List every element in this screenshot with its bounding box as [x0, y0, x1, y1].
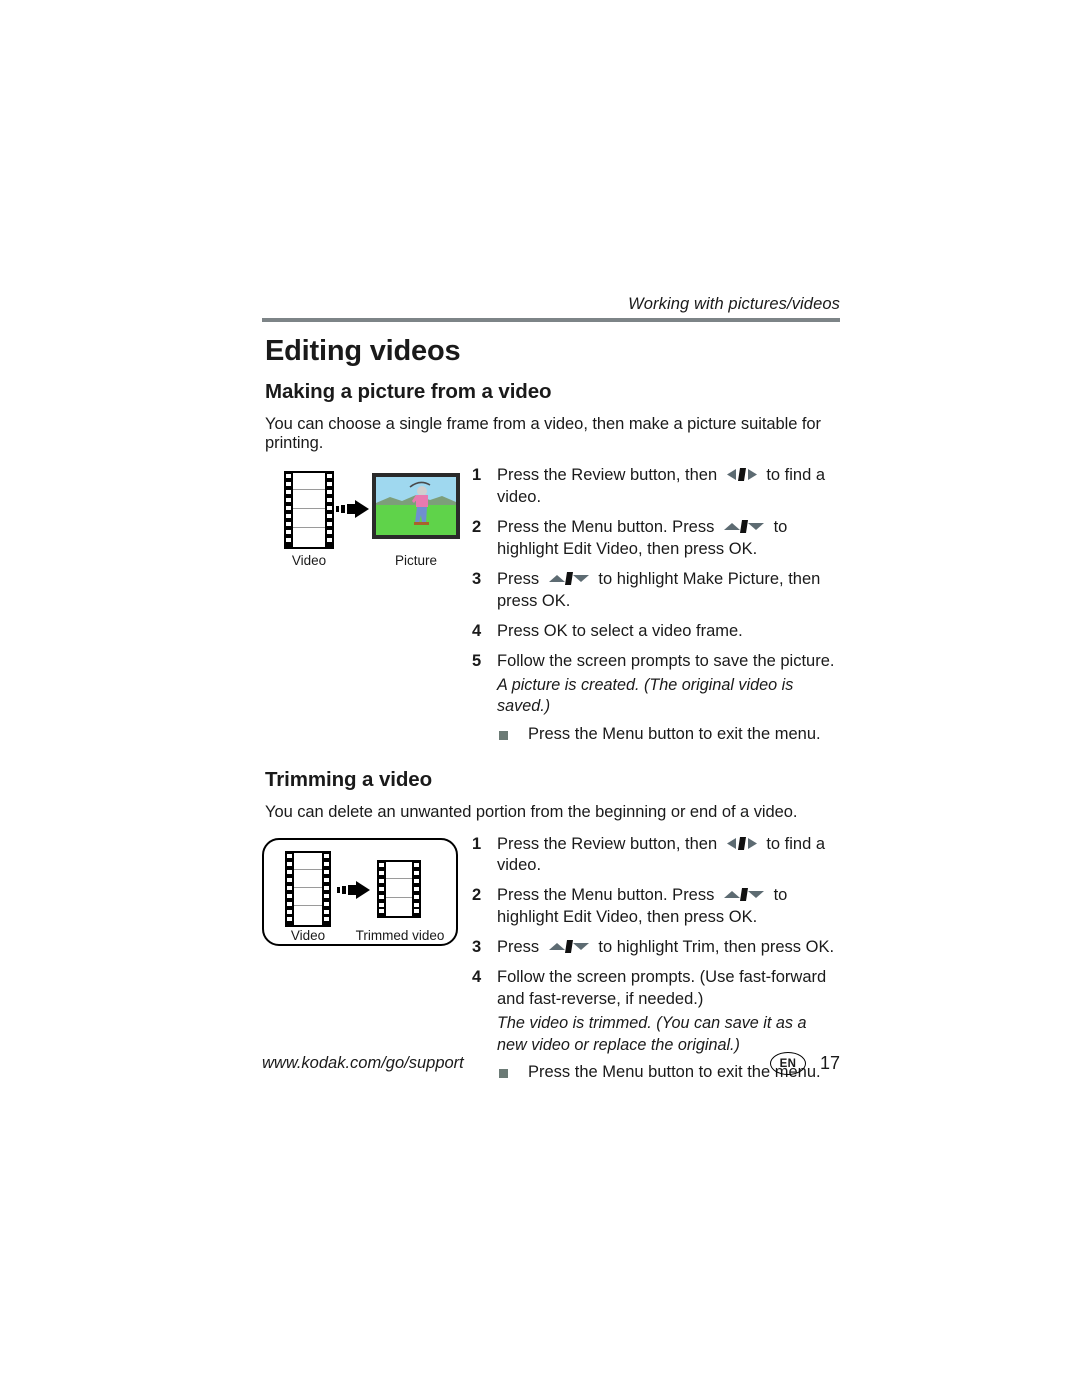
step-text-after: to highlight Make Picture, then press OK… — [497, 569, 821, 610]
section-heading-trimming-a-video: Trimming a video — [265, 767, 432, 791]
left-right-arrows-icon — [725, 467, 759, 482]
header-rule — [262, 318, 840, 322]
step-text-before: Press — [497, 569, 540, 588]
step-item: 3 Press to highlight Make Picture, then … — [472, 569, 840, 613]
step-text-before: Press OK to select a video frame. — [497, 621, 743, 640]
step-number: 3 — [472, 569, 482, 588]
section-body-making-a-picture: Video Picture 1 Press the Review button,… — [262, 461, 840, 746]
page-title: Editing videos — [265, 335, 461, 367]
step-text-after: to highlight Trim, then press OK. — [598, 938, 835, 957]
step-item: 1 Press the Review button, then to find … — [472, 465, 840, 509]
square-bullet-icon — [499, 730, 508, 740]
language-badge: EN — [769, 1052, 806, 1075]
step-item: 4 Press OK to select a video frame. — [472, 621, 840, 643]
figure-caption-picture: Picture — [394, 553, 438, 568]
result-note: A picture is created. (The original vide… — [497, 675, 794, 716]
figure-video-to-picture: Video Picture — [262, 461, 472, 569]
step-number: 1 — [472, 466, 482, 484]
list-item: Press the Menu button to exit the menu. — [497, 724, 840, 746]
step-text-before: Press the Menu button. Press — [497, 517, 715, 536]
section-body-trimming-a-video: Video Trimmed video 1 Press the Review b… — [262, 830, 840, 1085]
step-text-before: Follow the screen prompts to save the pi… — [497, 651, 835, 670]
step-text-before: Press the Review button, then — [497, 834, 718, 853]
support-url[interactable]: www.kodak.com/go/support — [262, 1054, 464, 1073]
film-strip-video — [284, 471, 334, 549]
section-intro-trimming-a-video: You can delete an unwanted portion from … — [265, 802, 798, 821]
film-strip-video — [285, 850, 331, 927]
step-item: 3 Press to highlight Trim, then press OK… — [472, 937, 840, 959]
page-footer: www.kodak.com/go/support EN 17 — [262, 1052, 840, 1075]
transform-arrow-icon — [337, 880, 373, 905]
step-text-before: Follow the screen prompts. (Use fast-for… — [497, 968, 827, 1009]
left-right-arrows-icon — [725, 836, 759, 851]
picture-thumbnail-golfer — [372, 473, 460, 539]
step-item: 4 Follow the screen prompts. (Use fast-f… — [472, 967, 840, 1011]
figure-caption-trimmed-video: Trimmed video — [355, 927, 445, 943]
result-note: The video is trimmed. (You can save it a… — [497, 1014, 807, 1054]
step-number: 3 — [472, 938, 482, 957]
step-number: 2 — [472, 886, 482, 905]
step-number: 1 — [472, 834, 482, 853]
steps-trimming-a-video: 1 Press the Review button, then to find … — [472, 830, 840, 1085]
figure-caption-video: Video — [290, 927, 326, 943]
up-down-arrows-icon — [547, 571, 591, 586]
step-text-before: Press — [497, 938, 540, 957]
step-text-before: Press the Menu button. Press — [497, 886, 715, 905]
transform-arrow-icon — [336, 499, 372, 524]
step-number: 4 — [472, 968, 482, 987]
footer-page-info: EN 17 — [769, 1052, 840, 1075]
figure-caption-video: Video — [291, 553, 327, 568]
step-item: 2 Press the Menu button. Press to highli… — [472, 885, 840, 929]
step-number: 5 — [472, 651, 482, 670]
document-page: Working with pictures/videos Editing vid… — [262, 295, 840, 1084]
film-strip-trimmed-video — [377, 859, 421, 918]
bullet-text: Press the Menu button to exit the menu. — [528, 724, 821, 743]
step-item: 1 Press the Review button, then to find … — [472, 834, 840, 878]
step-text-before: Press the Review button, then — [497, 466, 718, 484]
up-down-arrows-icon — [547, 939, 591, 954]
step-number: 2 — [472, 517, 482, 536]
steps-making-a-picture: 1 Press the Review button, then to find … — [472, 461, 840, 746]
section-intro-making-a-picture: You can choose a single frame from a vid… — [265, 415, 821, 452]
up-down-arrows-icon — [722, 519, 766, 534]
step-number: 4 — [472, 621, 482, 640]
page-number: 17 — [819, 1053, 840, 1073]
up-down-arrows-icon — [722, 887, 766, 902]
figure-video-to-trimmed-video: Video Trimmed video — [262, 830, 472, 946]
step-item: 2 Press the Menu button. Press to highli… — [472, 517, 840, 561]
running-header: Working with pictures/videos — [628, 295, 840, 313]
section-heading-making-a-picture: Making a picture from a video — [265, 380, 552, 403]
step-item: 5 Follow the screen prompts to save the … — [472, 651, 840, 673]
